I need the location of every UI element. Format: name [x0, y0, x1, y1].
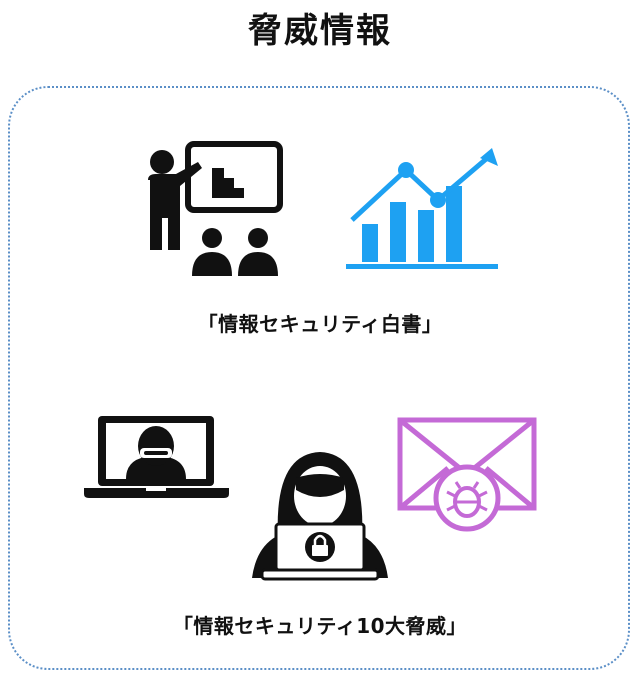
- malware-email-icon: [392, 414, 542, 538]
- hacker-icon: [248, 448, 393, 587]
- caption-white-paper: 「情報セキュリティ白書」: [197, 312, 443, 336]
- page-title: 脅威情報: [248, 11, 392, 51]
- laptop-hacker-icon: [84, 412, 229, 506]
- caption-top10-threats: 「情報セキュリティ10大脅威」: [172, 614, 468, 638]
- growth-chart-icon: [342, 144, 502, 278]
- presentation-icon: [140, 138, 285, 282]
